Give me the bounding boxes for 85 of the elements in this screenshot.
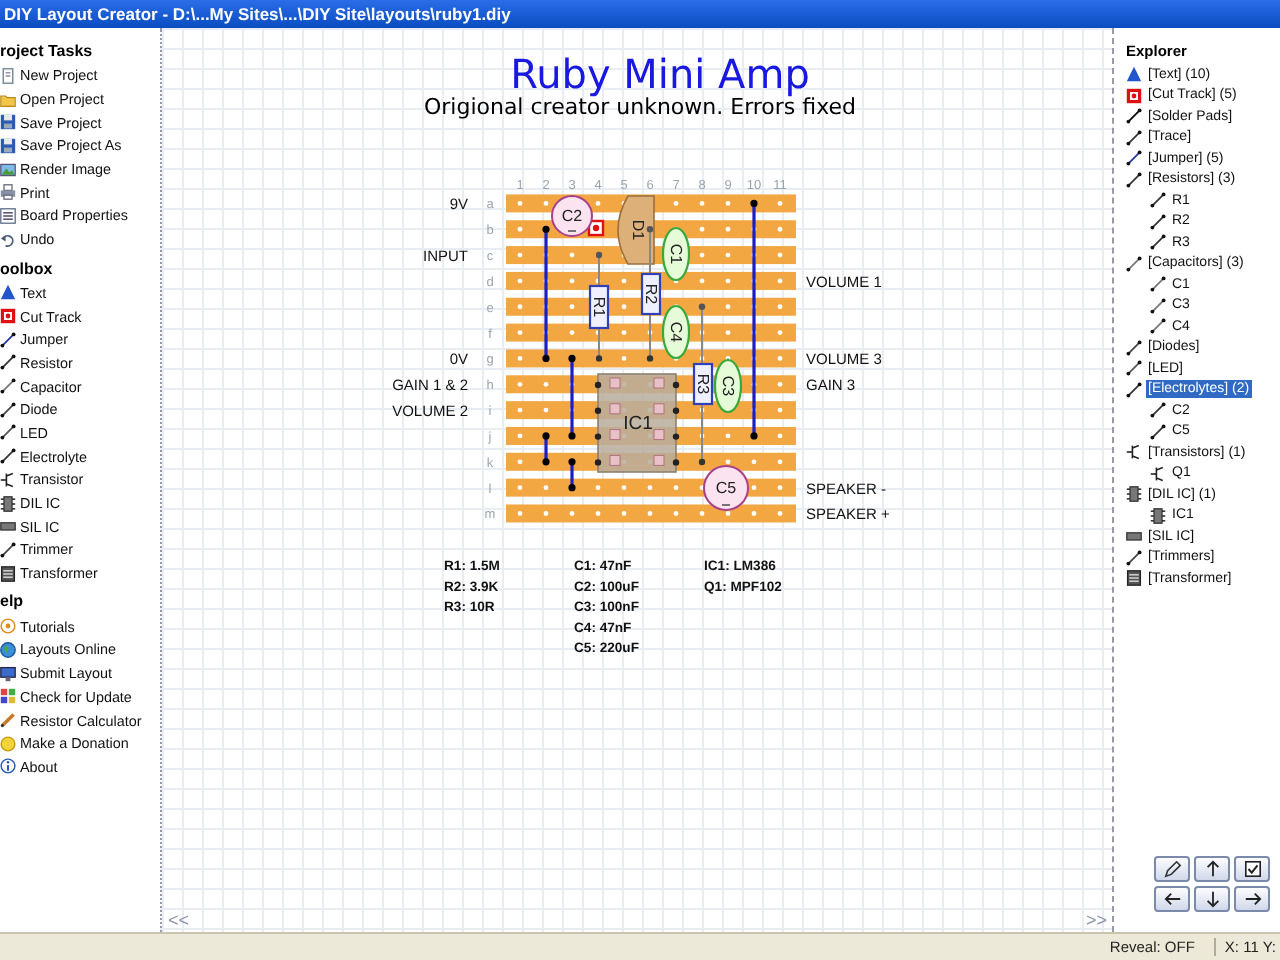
component-lead-icon (1126, 255, 1142, 272)
component-label: C5 (715, 479, 737, 497)
jumper-wire (542, 432, 550, 466)
component-label: C1 (667, 243, 685, 265)
component-lead-icon (1126, 171, 1142, 188)
component-label: R3 (694, 373, 712, 395)
folder-icon (0, 91, 16, 108)
puzzle-icon (0, 688, 16, 705)
triangle-icon (1126, 66, 1142, 83)
capacitor (661, 304, 691, 360)
pencil-icon (1163, 860, 1181, 878)
component-lead-icon (1150, 423, 1166, 440)
resistor (640, 226, 662, 362)
component-lead-icon (1126, 150, 1142, 167)
component-lead-icon (1150, 276, 1166, 293)
component-lead-icon (0, 401, 16, 418)
checkbox-icon (1243, 860, 1261, 878)
undo-icon (0, 231, 16, 248)
monitor-icon (0, 665, 16, 682)
layout-subtitle: Origional creator unknown. Errors fixed (423, 94, 857, 120)
up-arrow-icon (1203, 860, 1221, 878)
right-arrow-icon (1243, 890, 1261, 908)
component-lead-icon (0, 331, 16, 348)
component-lead-icon (1150, 318, 1166, 335)
transistor-icon (1126, 444, 1142, 461)
component-label: C3 (719, 375, 737, 397)
down-arrow-icon (1203, 890, 1221, 908)
move-left-button[interactable] (1154, 886, 1190, 912)
image-icon (0, 161, 16, 178)
jumper-wire (568, 458, 576, 492)
component-lead-icon (1150, 297, 1166, 314)
component-label: D1 (629, 219, 647, 241)
component-lead-icon (0, 448, 16, 465)
chip-icon (1150, 507, 1166, 524)
electrolytic-capacitor (703, 465, 749, 511)
move-down-button[interactable] (1194, 886, 1230, 912)
jumper-wire (568, 354, 576, 440)
component-lead-icon (1126, 108, 1142, 125)
section-header: elp (0, 590, 26, 615)
jumper-wire (542, 225, 550, 363)
globe-icon (0, 641, 16, 658)
chip-icon (0, 495, 16, 512)
window-title: DIY Layout Creator - D:\...My Sites\...\DIY Site\layouts\ruby1.diy (4, 4, 511, 24)
transformer-icon (0, 565, 16, 582)
component-lead-icon (1150, 234, 1166, 251)
component-label: C4 (667, 321, 685, 343)
capacitor (661, 226, 691, 282)
component-label: R2 (642, 283, 660, 305)
section-header: oolbox (0, 257, 55, 281)
sil-chip-icon (0, 518, 16, 535)
component-lead-icon (1126, 339, 1142, 356)
check-button[interactable] (1234, 856, 1270, 882)
component-lead-icon (0, 378, 16, 395)
sil-chip-icon (1126, 528, 1142, 545)
coin-icon (0, 735, 16, 752)
cut-track-icon (1126, 87, 1142, 104)
component-lead-icon (0, 424, 16, 441)
component-lead-icon (1126, 360, 1142, 377)
layout-title: Ruby Mini Amp (510, 50, 810, 98)
component-lead-icon (0, 541, 16, 558)
move-right-button[interactable] (1234, 886, 1270, 912)
component-label: C2 (561, 207, 583, 225)
component-lead-icon (1150, 213, 1166, 230)
component-lead-icon (1126, 129, 1142, 146)
resistor (588, 251, 610, 362)
edit-tool-button[interactable] (1154, 856, 1190, 882)
component-lead-icon (1126, 381, 1142, 398)
component-label: IC1 (623, 413, 653, 435)
component-lead-icon (1126, 549, 1142, 566)
transistor-icon (1150, 465, 1166, 482)
section-header: roject Tasks (0, 40, 95, 64)
component-label: R1 (590, 296, 608, 318)
transformer-icon (1126, 570, 1142, 587)
capacitor (713, 357, 743, 414)
chip-icon (1126, 486, 1142, 503)
component-lead-icon (0, 354, 16, 371)
transistor-icon (0, 471, 16, 488)
component-lead-icon (1150, 192, 1166, 209)
electrolytic-capacitor (551, 195, 593, 237)
component-lead-icon (1150, 402, 1166, 419)
pencil-icon (0, 712, 16, 729)
triangle-icon (0, 284, 16, 301)
move-up-button[interactable] (1194, 856, 1230, 882)
ic-chip (594, 373, 680, 473)
left-arrow-icon (1163, 890, 1181, 908)
